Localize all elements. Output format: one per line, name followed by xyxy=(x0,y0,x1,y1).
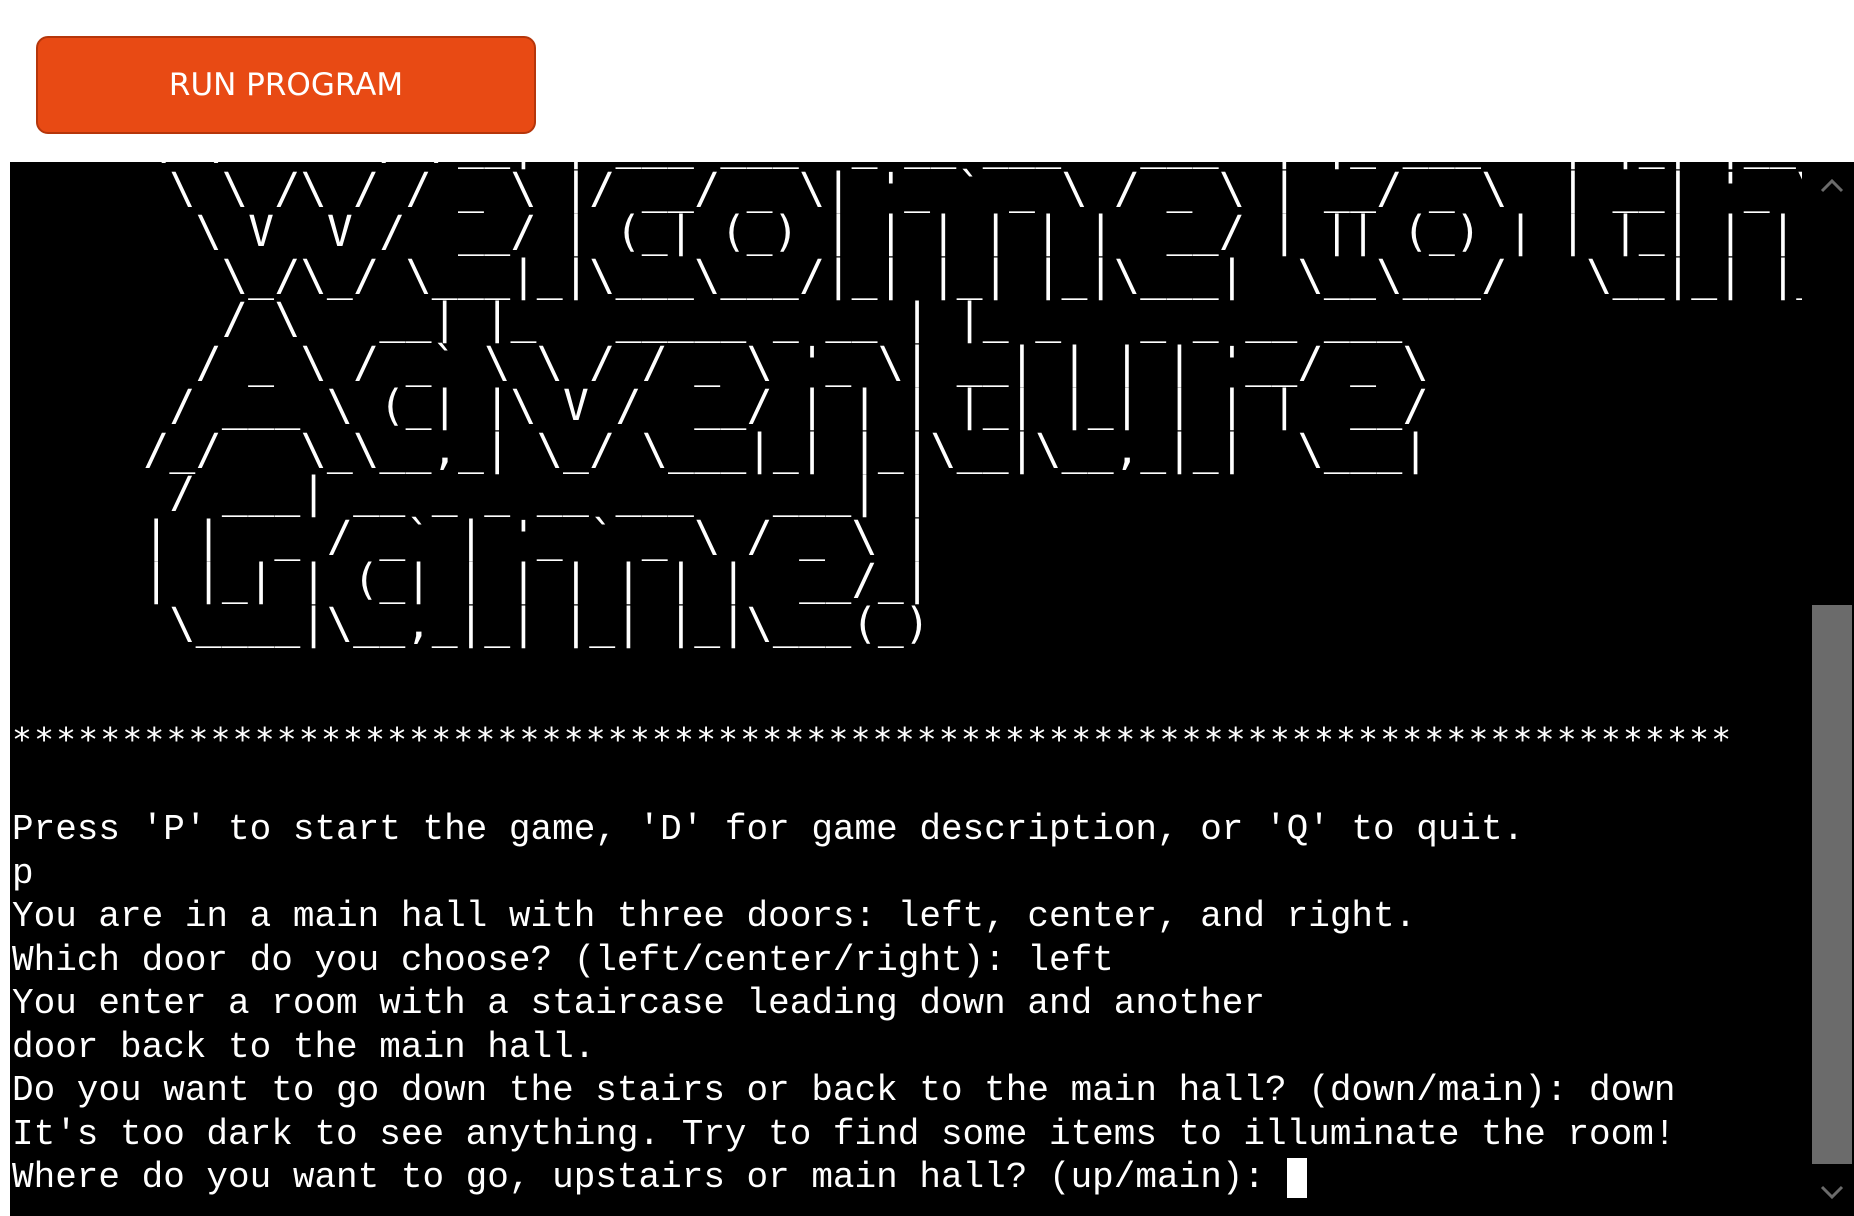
terminal-prompt-line[interactable]: Where do you want to go, upstairs or mai… xyxy=(12,1156,1675,1200)
vertical-scrollbar[interactable] xyxy=(1810,162,1854,1216)
terminal-line: It's too dark to see anything. Try to fi… xyxy=(12,1113,1676,1155)
chevron-down-icon[interactable] xyxy=(1810,1172,1854,1212)
terminal-line: Press 'P' to start the game, 'D' for gam… xyxy=(12,809,1525,850)
separator-line: ****************************************… xyxy=(12,720,1734,759)
chevron-up-icon[interactable] xyxy=(1810,166,1854,206)
terminal-line: You enter a room with a staircase leadin… xyxy=(12,983,1266,1024)
terminal-line: p xyxy=(12,852,34,894)
terminal[interactable]: \ \ / /__| | ___ ___ _ __ ___ ___ | |_ _… xyxy=(10,162,1854,1216)
terminal-output-area: \ \ / /__| | ___ ___ _ __ ___ ___ | |_ _… xyxy=(12,162,1802,1216)
terminal-lines: Press 'P' to start the game, 'D' for gam… xyxy=(12,808,1675,1200)
terminal-line: Do you want to go down the stairs or bac… xyxy=(12,1070,1676,1111)
scrollbar-thumb[interactable] xyxy=(1812,605,1852,1164)
ascii-banner: \ \ / /__| | ___ ___ _ __ ___ ___ | |_ _… xyxy=(143,162,1802,649)
terminal-line: door back to the main hall. xyxy=(12,1026,596,1068)
run-program-button[interactable]: RUN PROGRAM xyxy=(36,36,536,134)
prompt-text: Where do you want to go, upstairs or mai… xyxy=(12,1157,1287,1198)
text-cursor[interactable] xyxy=(1286,1158,1307,1198)
terminal-line: You are in a main hall with three doors:… xyxy=(12,896,1417,937)
terminal-line: Which door do you choose? (left/center/r… xyxy=(12,939,1114,981)
